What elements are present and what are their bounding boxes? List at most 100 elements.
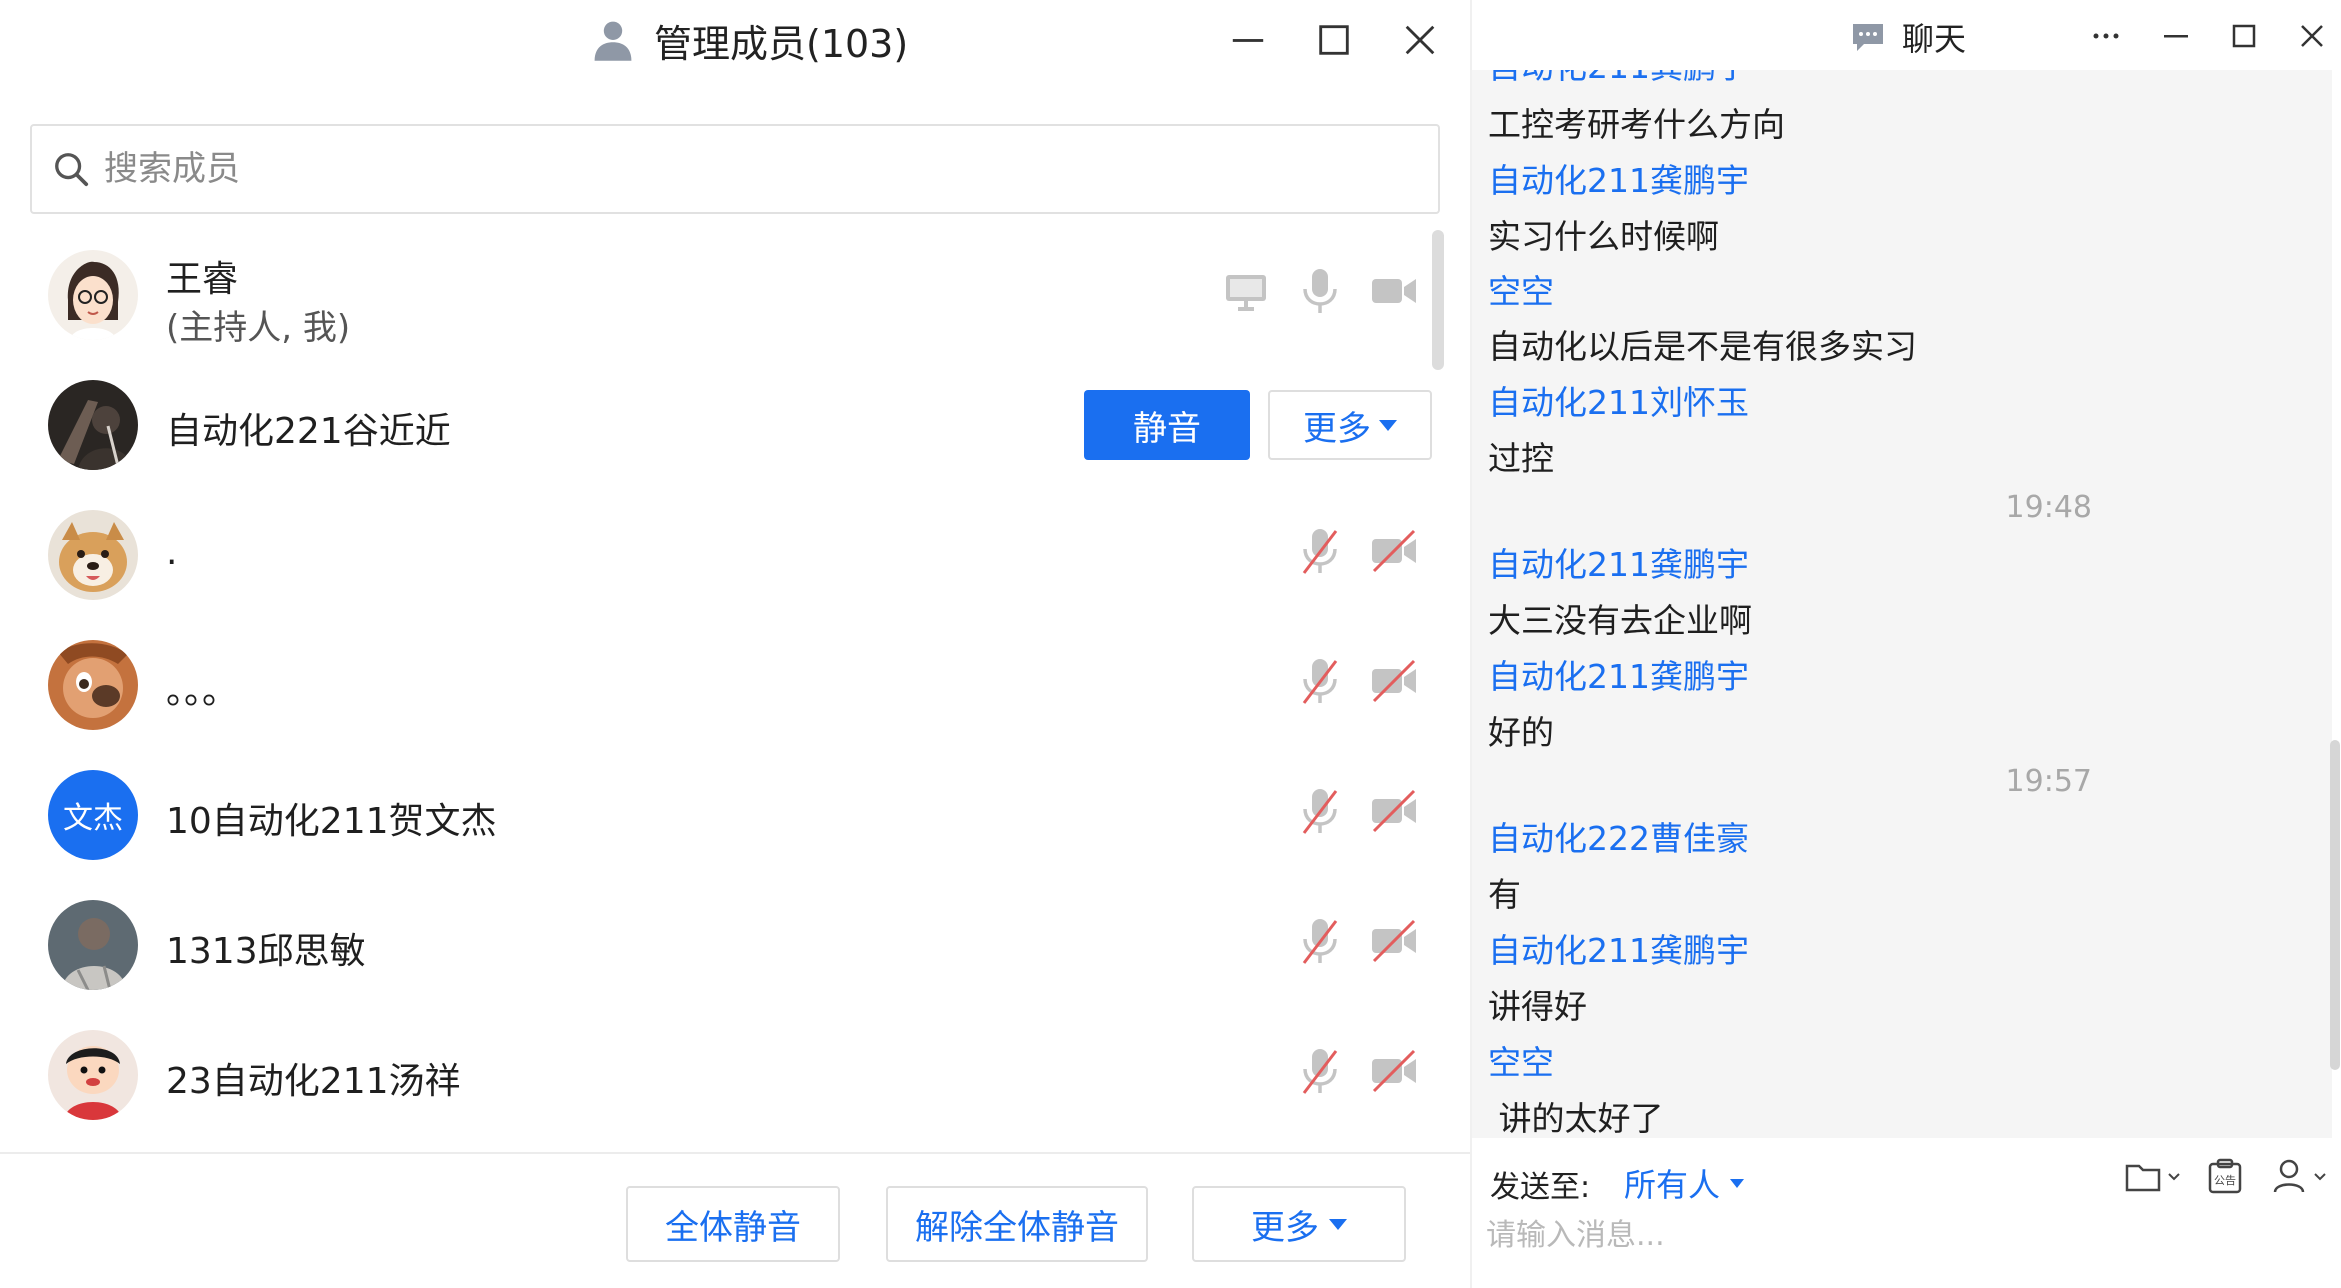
message-sender[interactable]: 自动化211龚鹏宇	[1488, 650, 1749, 698]
chat-window: 聊天 自动化211龚鹏宇 工控考研考什么方向 自动化211龚鹏宇 实习什么时候啊…	[1470, 0, 2341, 1288]
maximize-icon	[2232, 24, 2256, 48]
chevron-down-icon	[2168, 1173, 2180, 1181]
member-row[interactable]: .	[0, 490, 1430, 620]
message-sender[interactable]: 自动化211刘怀玉	[1488, 376, 1749, 424]
chat-more-options-button[interactable]	[2084, 14, 2128, 58]
announcement-button[interactable]: 公告	[2205, 1156, 2245, 1196]
mute-member-button[interactable]: 静音	[1084, 390, 1250, 460]
chat-message-list[interactable]: 自动化211龚鹏宇 工控考研考什么方向 自动化211龚鹏宇 实习什么时候啊 空空…	[1472, 70, 2332, 1138]
member-row[interactable]: 1313邱思敏	[0, 880, 1430, 1010]
more-member-label: 更多	[1303, 408, 1371, 449]
message-timestamp: 19:57	[2005, 764, 2092, 799]
chat-scrollbar[interactable]	[2330, 740, 2340, 1070]
message-sender[interactable]: 自动化222曹佳豪	[1488, 812, 1749, 860]
unmute-all-button[interactable]: 解除全体静音	[886, 1186, 1148, 1262]
search-input[interactable]	[104, 149, 1404, 189]
compose-toolbar: 公告	[2123, 1156, 2327, 1196]
avatar-orange-face-icon	[48, 640, 138, 730]
mic-muted-icon[interactable]	[1294, 655, 1346, 707]
message-sender[interactable]: 自动化211龚鹏宇	[1488, 924, 1749, 972]
message-text: 有	[1488, 875, 1521, 914]
mic-muted-icon[interactable]	[1294, 915, 1346, 967]
person-icon	[594, 21, 632, 61]
member-name: .	[166, 532, 178, 573]
message-timestamp: 19:48	[2005, 490, 2092, 525]
caret-down-icon	[1379, 419, 1397, 431]
footer-more-label: 更多	[1251, 1207, 1319, 1248]
message-text: 讲得好	[1488, 987, 1587, 1026]
more-member-button[interactable]: 更多	[1268, 390, 1432, 460]
camera-off-icon[interactable]	[1368, 785, 1420, 837]
chat-title-wrap: 聊天	[1850, 14, 1966, 60]
avatar	[48, 640, 138, 730]
minimize-icon	[1232, 39, 1264, 42]
user-icon	[2273, 1159, 2305, 1193]
camera-off-icon[interactable]	[1368, 1045, 1420, 1097]
camera-off-icon[interactable]	[1368, 655, 1420, 707]
member-name: 1313邱思敏	[166, 931, 366, 972]
mic-muted-icon[interactable]	[1294, 1045, 1346, 1097]
file-button[interactable]	[2123, 1156, 2181, 1196]
minimize-icon	[2164, 35, 2188, 38]
minimize-button[interactable]	[1222, 14, 1274, 66]
members-scrollbar[interactable]	[1432, 230, 1444, 370]
microphone-icon[interactable]	[1294, 265, 1346, 317]
message-input[interactable]	[1486, 1218, 2326, 1253]
send-to-value: 所有人	[1624, 1166, 1721, 1204]
member-name: 自动化221谷近近	[166, 411, 451, 452]
avatar	[48, 900, 138, 990]
mute-all-button[interactable]: 全体静音	[626, 1186, 840, 1262]
avatar-initials: 文杰	[48, 770, 138, 860]
message-sender[interactable]: 空空	[1488, 265, 1554, 313]
send-to-dropdown[interactable]: 所有人	[1624, 1160, 1745, 1206]
footer-more-button[interactable]: 更多	[1192, 1186, 1406, 1262]
chat-maximize-button[interactable]	[2222, 14, 2266, 58]
maximize-icon	[1319, 25, 1349, 55]
caret-down-icon	[1730, 1178, 1745, 1188]
member-row[interactable]: 。。。	[0, 620, 1430, 750]
search-icon	[55, 153, 89, 187]
member-name: 。。。	[166, 671, 239, 712]
chat-compose-area: 发送至: 所有人 公告	[1472, 1138, 2341, 1288]
mic-muted-icon[interactable]	[1294, 785, 1346, 837]
members-title-wrap: 管理成员(103)	[590, 14, 908, 66]
chat-close-button[interactable]	[2290, 14, 2334, 58]
message-sender[interactable]: 自动化211龚鹏宇	[1488, 538, 1749, 586]
chevron-down-icon	[2314, 1173, 2326, 1181]
members-title: 管理成员(103)	[654, 21, 909, 66]
chat-titlebar: 聊天	[1472, 0, 2341, 70]
close-icon	[2301, 25, 2323, 47]
camera-off-icon[interactable]	[1368, 525, 1420, 577]
chat-bubble-icon	[1853, 24, 1883, 51]
member-select-button[interactable]	[2269, 1156, 2327, 1196]
avatar-girl-glasses-icon	[48, 250, 138, 340]
member-name: 王睿	[166, 259, 239, 300]
member-controls	[1294, 525, 1420, 577]
member-row[interactable]: 自动化221谷近近 静音 更多	[0, 360, 1432, 490]
member-controls	[1294, 915, 1420, 967]
chat-minimize-button[interactable]	[2154, 14, 2198, 58]
close-button[interactable]	[1394, 14, 1446, 66]
message-text: 好的	[1488, 713, 1554, 752]
send-to-label: 发送至:	[1490, 1170, 1591, 1205]
search-box[interactable]	[30, 124, 1440, 214]
member-controls	[1294, 785, 1420, 837]
mic-muted-icon[interactable]	[1294, 525, 1346, 577]
message-sender-clipped: 自动化211龚鹏宇	[1488, 70, 1749, 88]
camera-off-icon[interactable]	[1368, 915, 1420, 967]
message-text: 工控考研考什么方向	[1488, 105, 1785, 144]
member-controls	[1220, 265, 1420, 317]
camera-icon[interactable]	[1368, 265, 1420, 317]
screen-share-icon[interactable]	[1220, 265, 1272, 317]
member-row[interactable]: 王睿 (主持人, 我)	[0, 230, 1430, 360]
member-row[interactable]: 23自动化211汤祥	[0, 1010, 1430, 1140]
members-titlebar: 管理成员(103)	[0, 0, 1470, 80]
member-row[interactable]: 文杰 10自动化211贺文杰	[0, 750, 1430, 880]
message-sender[interactable]: 自动化211龚鹏宇	[1488, 154, 1749, 202]
message-text: 实习什么时候啊	[1488, 217, 1719, 256]
maximize-button[interactable]	[1308, 14, 1360, 66]
svg-text:公告: 公告	[2214, 1174, 2236, 1187]
message-sender[interactable]: 空空	[1488, 1036, 1554, 1084]
avatar-text: 文杰	[63, 801, 123, 836]
announcement-icon: 公告	[2208, 1158, 2242, 1194]
